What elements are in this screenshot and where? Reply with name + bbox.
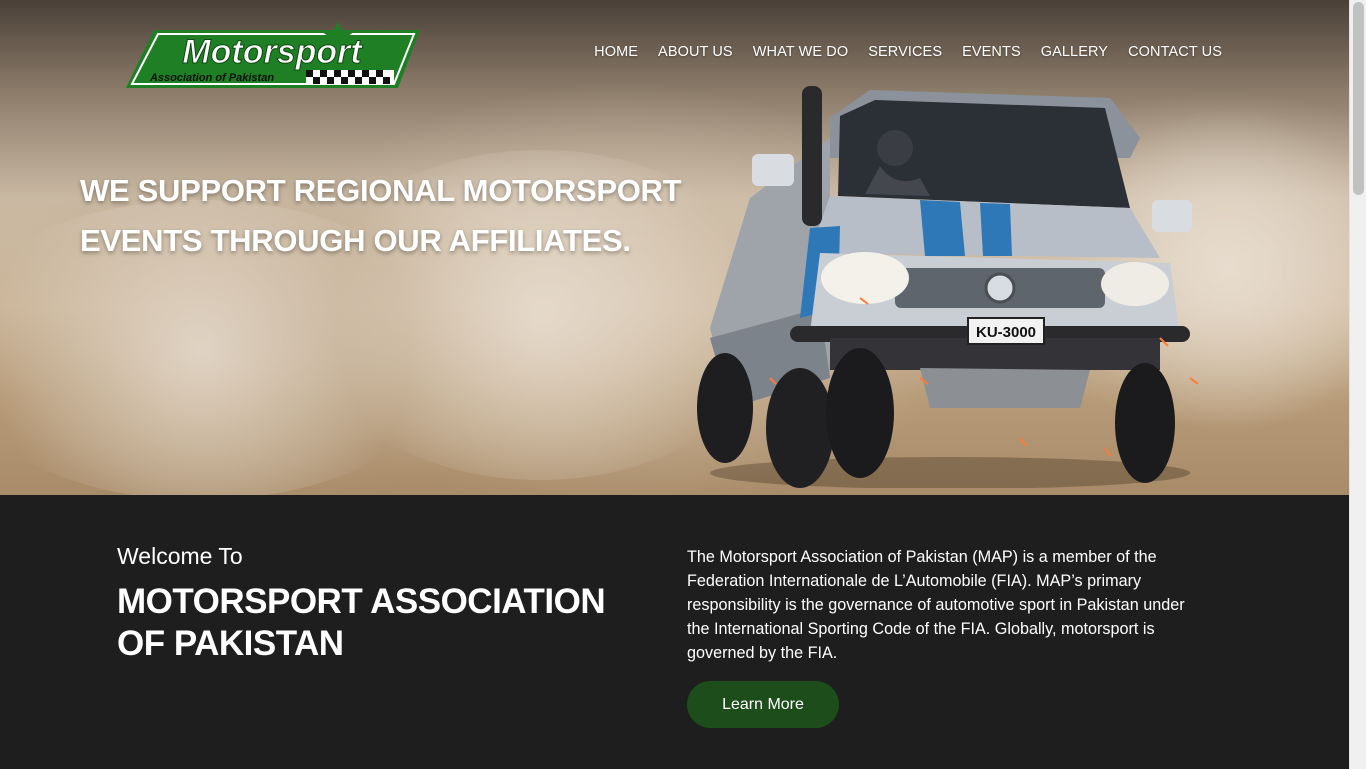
main-nav: HOME ABOUT US WHAT WE DO SERVICES EVENTS… bbox=[574, 44, 1222, 60]
welcome-text: Welcome To bbox=[117, 543, 243, 569]
site-logo[interactable]: Motorsport Association of Pakistan bbox=[124, 18, 420, 90]
about-description: The Motorsport Association of Pakistan (… bbox=[687, 548, 1185, 662]
hero-headline-line-2: EVENTS THROUGH OUR AFFILIATES. bbox=[80, 223, 631, 258]
nav-what-we-do[interactable]: WHAT WE DO bbox=[753, 44, 849, 60]
learn-more-button[interactable]: Learn More bbox=[687, 681, 839, 728]
organization-name: MOTORSPORT ASSOCIATION OF PAKISTAN bbox=[117, 582, 606, 663]
hero-banner: KU-3000 Motorsport Association of Pakist… bbox=[0, 0, 1349, 495]
logo-subtitle: Association of Pakistan bbox=[149, 72, 274, 84]
nav-gallery[interactable]: GALLERY bbox=[1041, 44, 1108, 60]
rally-truck-image: KU-3000 bbox=[697, 86, 1199, 488]
number-plate-text: KU-3000 bbox=[976, 324, 1036, 341]
nav-contact-us[interactable]: CONTACT US bbox=[1128, 44, 1222, 60]
nav-home[interactable]: HOME bbox=[594, 44, 638, 60]
nav-events[interactable]: EVENTS bbox=[962, 44, 1021, 60]
hero-headline: WE SUPPORT REGIONAL MOTORSPORT EVENTS TH… bbox=[80, 166, 700, 266]
page-scrollbar[interactable] bbox=[1349, 0, 1366, 769]
nav-about-us[interactable]: ABOUT US bbox=[658, 44, 733, 60]
about-section: Welcome To MOTORSPORT ASSOCIATION OF PAK… bbox=[0, 495, 1349, 769]
nav-services[interactable]: SERVICES bbox=[868, 44, 942, 60]
hero-headline-line-1: WE SUPPORT REGIONAL MOTORSPORT bbox=[80, 173, 682, 208]
logo-title: Motorsport bbox=[182, 33, 363, 71]
scrollbar-thumb[interactable] bbox=[1353, 2, 1364, 195]
